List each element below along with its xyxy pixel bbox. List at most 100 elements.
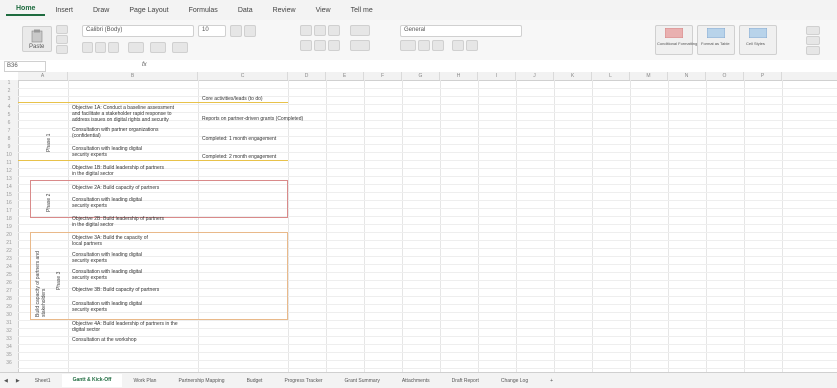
row-header[interactable]: 34 (0, 344, 18, 350)
font-name-select[interactable]: Calibri (Body) (82, 25, 194, 37)
row-header[interactable]: 8 (0, 136, 18, 142)
cell-text[interactable]: Consultation with leading digital securi… (72, 252, 142, 264)
cell-text[interactable]: Consultation at the workshop (72, 337, 136, 343)
cell-text[interactable]: Consultation with partner organizations … (72, 127, 158, 139)
sheet-tab[interactable]: Work Plan (122, 378, 167, 384)
merge-center-button[interactable] (350, 40, 370, 51)
formula-input[interactable] (155, 61, 833, 70)
align-middle-button[interactable] (314, 25, 326, 36)
cell-text[interactable]: Objective 3B: Build capacity of partners (72, 287, 159, 293)
cell-text[interactable]: Objective 2A: Build capacity of partners (72, 185, 159, 191)
column-header[interactable]: H (440, 72, 478, 80)
sheet-tab[interactable]: Grant Summary (334, 378, 391, 384)
column-header[interactable]: B (68, 72, 198, 80)
column-header[interactable]: D (288, 72, 326, 80)
tab-draw[interactable]: Draw (83, 7, 119, 14)
row-header[interactable]: 27 (0, 288, 18, 294)
currency-button[interactable] (400, 40, 416, 51)
row-header[interactable]: 1 (0, 80, 18, 86)
column-header[interactable]: O (706, 72, 744, 80)
add-sheet-button[interactable]: + (539, 378, 564, 384)
format-painter-button[interactable] (56, 45, 68, 54)
row-header[interactable]: 21 (0, 240, 18, 246)
sheet-tab[interactable]: Gantt & Kick-Off (61, 374, 123, 387)
tab-home[interactable]: Home (6, 5, 46, 16)
cut-button[interactable] (56, 25, 68, 34)
format-as-table-button[interactable]: Format as Table (697, 25, 735, 55)
row-header[interactable]: 22 (0, 248, 18, 254)
row-header[interactable]: 5 (0, 112, 18, 118)
cell-text[interactable]: Objective 2B: Build leadership of partne… (72, 216, 164, 228)
insert-cells-button[interactable] (806, 26, 820, 35)
row-header[interactable]: 30 (0, 312, 18, 318)
cell-text[interactable]: Objective 1B: Build leadership of partne… (72, 165, 164, 177)
row-header[interactable]: 4 (0, 104, 18, 110)
row-header[interactable]: 28 (0, 296, 18, 302)
sheet-nav-next[interactable]: ▶ (12, 378, 24, 384)
row-header[interactable]: 26 (0, 280, 18, 286)
column-header[interactable]: M (630, 72, 668, 80)
tab-view[interactable]: View (306, 7, 341, 14)
sheet-tab[interactable]: Draft Report (441, 378, 490, 384)
row-header[interactable]: 12 (0, 168, 18, 174)
sheet-tab[interactable]: Budget (236, 378, 274, 384)
row-header[interactable]: 16 (0, 200, 18, 206)
sheet-nav-prev[interactable]: ◀ (0, 378, 12, 384)
row-header[interactable]: 25 (0, 272, 18, 278)
cell-text[interactable]: Consultation with leading digital securi… (72, 269, 142, 281)
row-header[interactable]: 15 (0, 192, 18, 198)
cell-note[interactable]: Reports on partner-driven grants (Comple… (202, 116, 303, 122)
row-header[interactable]: 3 (0, 96, 18, 102)
percent-button[interactable] (418, 40, 430, 51)
column-header[interactable]: N (668, 72, 706, 80)
name-box[interactable]: B36 (4, 61, 46, 72)
tab-page-layout[interactable]: Page Layout (119, 7, 178, 14)
row-header[interactable]: 13 (0, 176, 18, 182)
row-header[interactable]: 24 (0, 264, 18, 270)
increase-font-button[interactable] (230, 25, 242, 37)
row-header[interactable]: 35 (0, 352, 18, 358)
increase-decimal-button[interactable] (452, 40, 464, 51)
row-header[interactable]: 18 (0, 216, 18, 222)
italic-button[interactable] (95, 42, 106, 53)
sheet-tab[interactable]: Partnership Mapping (167, 378, 235, 384)
cell-styles-button[interactable]: Cell Styles (739, 25, 777, 55)
delete-cells-button[interactable] (806, 36, 820, 45)
row-header[interactable]: 6 (0, 120, 18, 126)
cell-note[interactable]: Core activities/leads (to do) (202, 96, 263, 102)
row-header[interactable]: 33 (0, 336, 18, 342)
cell-text[interactable]: Consultation with leading digital securi… (72, 197, 142, 209)
column-header[interactable]: C (198, 72, 288, 80)
fill-color-button[interactable] (150, 42, 166, 53)
row-header[interactable]: 17 (0, 208, 18, 214)
column-header[interactable]: P (744, 72, 782, 80)
sheet-tab[interactable]: Attachments (391, 378, 441, 384)
column-header[interactable]: E (326, 72, 364, 80)
row-header[interactable]: 29 (0, 304, 18, 310)
tab-insert[interactable]: Insert (45, 7, 83, 14)
comma-button[interactable] (432, 40, 444, 51)
paste-button[interactable]: Paste (22, 26, 52, 52)
sheet-tab[interactable]: Change Log (490, 378, 539, 384)
tab-data[interactable]: Data (228, 7, 263, 14)
bold-button[interactable] (82, 42, 93, 53)
row-header[interactable]: 11 (0, 160, 18, 166)
number-format-select[interactable]: General (400, 25, 522, 37)
borders-button[interactable] (128, 42, 144, 53)
wrap-text-button[interactable] (350, 25, 370, 36)
row-header[interactable]: 19 (0, 224, 18, 230)
underline-button[interactable] (108, 42, 119, 53)
decrease-decimal-button[interactable] (466, 40, 478, 51)
align-left-button[interactable] (300, 40, 312, 51)
font-color-button[interactable] (172, 42, 188, 53)
row-header[interactable]: 31 (0, 320, 18, 326)
column-header[interactable]: F (364, 72, 402, 80)
column-header[interactable]: J (516, 72, 554, 80)
cell-text[interactable]: Objective 4A: Build leadership of partne… (72, 321, 178, 333)
cell-text[interactable]: Consultation with leading digital securi… (72, 301, 142, 313)
column-header[interactable]: L (592, 72, 630, 80)
spreadsheet-grid[interactable]: ABCDEFGHIJKLMNOP 1 2 3 4 5 6 7 8 9 10 11 12 13 14 15 16… (0, 72, 837, 372)
copy-button[interactable] (56, 35, 68, 44)
format-cells-button[interactable] (806, 46, 820, 55)
tab-review[interactable]: Review (263, 7, 306, 14)
